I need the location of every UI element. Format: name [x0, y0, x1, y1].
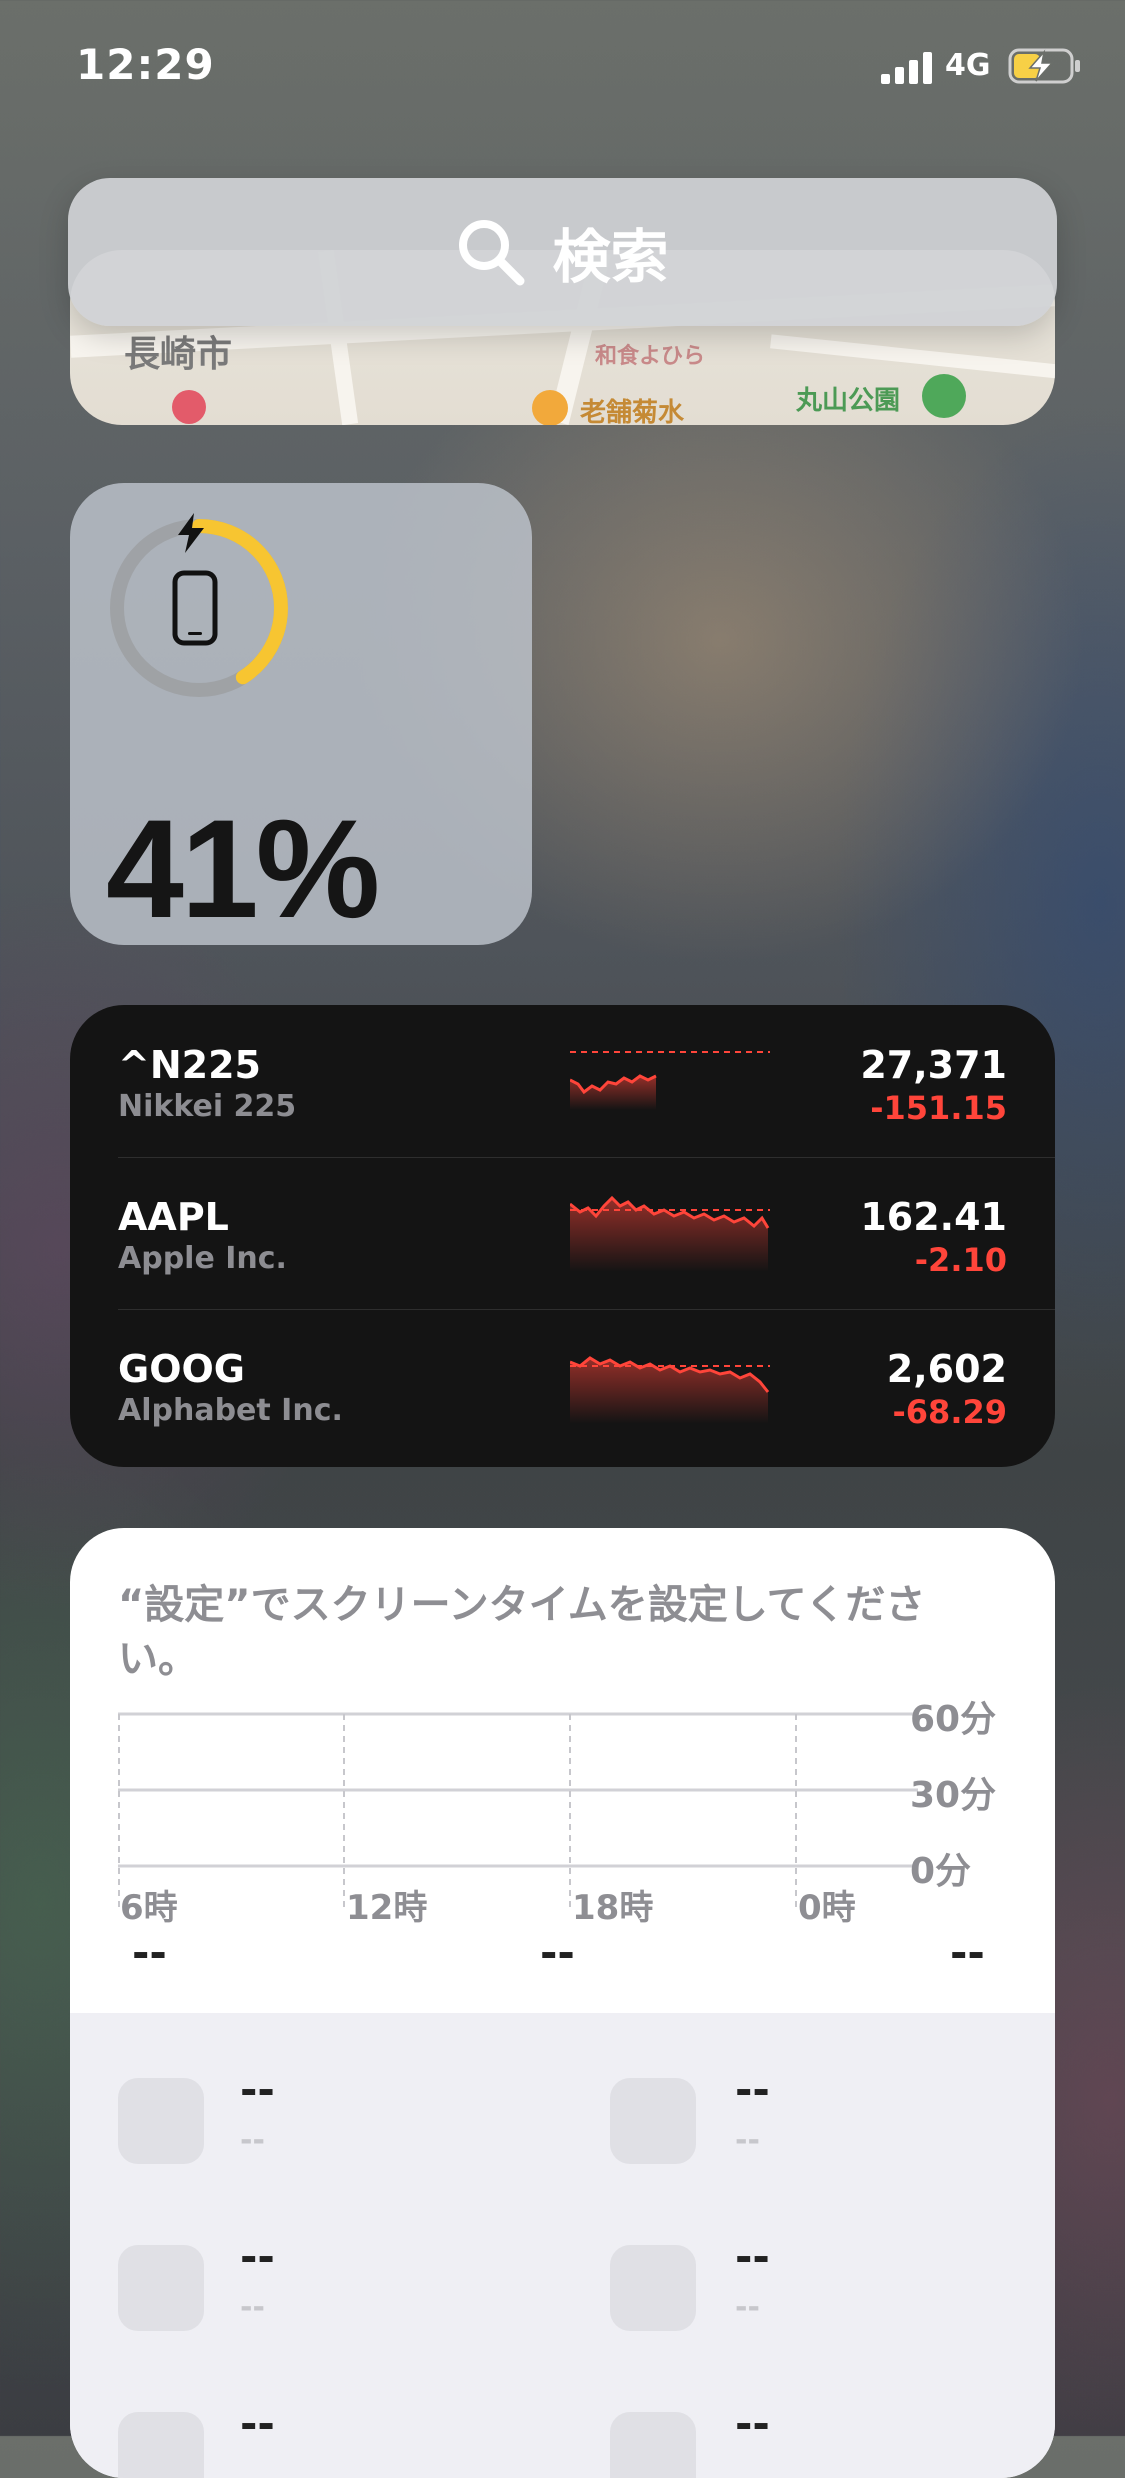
app-name: -- — [735, 2232, 770, 2281]
stock-symbol: GOOG — [118, 1347, 245, 1391]
map-pin-icon — [172, 390, 206, 424]
stock-change: -151.15 — [870, 1089, 1007, 1127]
stock-sparkline — [570, 1195, 770, 1272]
stock-price: 162.41 — [860, 1195, 1007, 1239]
iphone-icon — [172, 570, 218, 646]
app-icon-placeholder — [118, 2245, 204, 2331]
park-tree-icon — [922, 374, 966, 418]
summary-value: -- — [132, 1928, 167, 1977]
stock-price: 2,602 — [886, 1347, 1007, 1391]
chart-x-label: 0時 — [798, 1888, 856, 1928]
app-time: -- — [240, 2123, 265, 2158]
battery-charging-icon — [1008, 48, 1080, 84]
stock-name: Apple Inc. — [118, 1241, 287, 1276]
chart-x-label: 12時 — [346, 1888, 428, 1928]
search-label: 検索 — [552, 223, 669, 291]
app-time: -- — [240, 2290, 265, 2325]
search-icon — [459, 220, 525, 286]
app-icon-placeholder — [610, 2078, 696, 2164]
stock-row-aapl[interactable]: AAPL Apple Inc. 162.41 -2.10 — [70, 1157, 1055, 1309]
app-name: -- — [240, 2065, 275, 2114]
screen-time-message: “設定”でスクリーンタイムを設定してください。 — [118, 1582, 926, 1682]
app-name: -- — [735, 2065, 770, 2114]
app-name: -- — [735, 2399, 770, 2448]
chart-y-label: 0分 — [910, 1851, 972, 1892]
app-icon-placeholder — [610, 2412, 696, 2478]
summary-value: -- — [950, 1928, 985, 1977]
app-icon-placeholder — [118, 2078, 204, 2164]
stock-name: Nikkei 225 — [118, 1089, 297, 1124]
map-label-park: 丸山公園 — [796, 386, 901, 416]
screen-time-app-list: -- -- -- -- -- -- -- -- -- -- — [70, 2013, 1055, 2478]
app-icon-placeholder — [118, 2412, 204, 2478]
stock-change: -68.29 — [892, 1393, 1008, 1431]
app-name: -- — [240, 2399, 275, 2448]
summary-value: -- — [540, 1928, 575, 1977]
stocks-widget[interactable]: ^N225 Nikkei 225 27,371 -151.15 AAPL App… — [70, 1005, 1055, 1467]
stock-sparkline — [570, 1051, 770, 1110]
map-label-shop: 老舗菊水 — [580, 398, 685, 425]
bolt-icon — [178, 513, 204, 553]
stock-sparkline — [570, 1356, 770, 1424]
chart-x-label: 18時 — [572, 1888, 654, 1928]
map-label-restaurant: 和食よひら — [595, 344, 706, 369]
app-name: -- — [240, 2232, 275, 2281]
battery-percentage: 41% — [106, 790, 380, 947]
stock-symbol: ^N225 — [118, 1043, 261, 1087]
battery-widget[interactable]: 41% — [70, 483, 532, 947]
chart-y-label: 60分 — [910, 1699, 997, 1740]
chart-x-label: 6時 — [120, 1888, 178, 1928]
stock-price: 27,371 — [860, 1043, 1007, 1087]
network-type: 4G — [945, 48, 991, 83]
stock-symbol: AAPL — [118, 1195, 229, 1239]
stock-row-n225[interactable]: ^N225 Nikkei 225 27,371 -151.15 — [70, 1005, 1055, 1157]
map-label-city: 長崎市 — [124, 334, 233, 375]
stock-row-goog[interactable]: GOOG Alphabet Inc. 2,602 -68.29 — [70, 1309, 1055, 1461]
shop-basket-icon — [532, 390, 568, 425]
app-time: -- — [735, 2290, 760, 2325]
cellular-signal-icon — [881, 52, 932, 84]
chart-y-label: 30分 — [910, 1775, 997, 1816]
app-time: -- — [735, 2123, 760, 2158]
status-time: 12:29 — [76, 40, 215, 89]
search-bar[interactable]: 検索 — [68, 178, 1057, 326]
stock-name: Alphabet Inc. — [118, 1393, 343, 1428]
screen-time-widget[interactable]: “設定”でスクリーンタイムを設定してください。 60分 30分 0分 6時 12… — [70, 1528, 1055, 2478]
app-icon-placeholder — [610, 2245, 696, 2331]
stock-change: -2.10 — [914, 1241, 1007, 1279]
